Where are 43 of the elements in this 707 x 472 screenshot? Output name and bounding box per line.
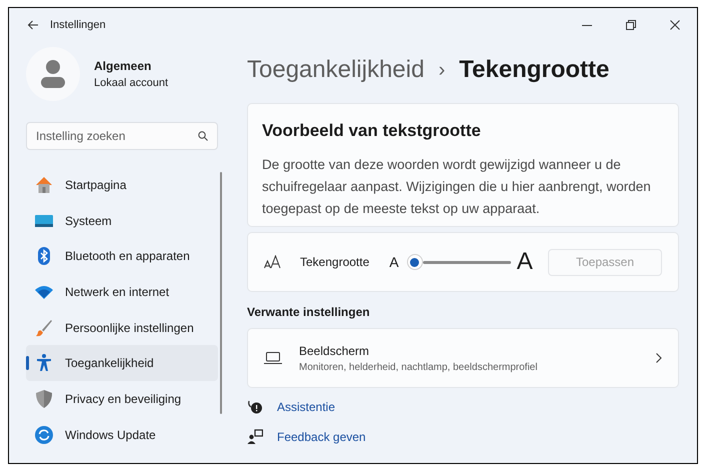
person-icon — [40, 59, 66, 89]
account-type: Lokaal account — [94, 76, 168, 91]
house-icon — [34, 174, 54, 195]
sidebar-item[interactable]: Bluetooth en apparaten — [26, 238, 218, 274]
search-icon — [198, 131, 208, 141]
help-link[interactable]: Feedback geven — [277, 428, 366, 446]
row-title: Beeldscherm — [299, 342, 370, 360]
row-description: Monitoren, helderheid, nachtlamp, beeldschermprofiel — [299, 360, 538, 374]
settings-row[interactable]: Beeldscherm Monitoren, helderheid, nachtlamp, beeldschermprofiel — [247, 328, 679, 388]
sidebar-item[interactable]: Systeem — [26, 202, 218, 238]
sidebar-item[interactable]: Persoonlijke instellingen — [26, 310, 218, 346]
scrollbar[interactable] — [220, 172, 222, 414]
section-heading: Verwante instellingen — [247, 304, 371, 321]
large-a-label: A — [516, 247, 533, 277]
sidebar-item[interactable]: Netwerk en internet — [26, 274, 218, 310]
accessibility-icon — [34, 353, 54, 374]
update-icon — [34, 424, 54, 445]
breadcrumb-parent[interactable]: Toegankelijkheid — [247, 52, 424, 88]
text-size-label: Tekengrootte — [300, 254, 370, 271]
help-link[interactable]: Assistentie — [277, 398, 336, 416]
sidebar-item[interactable]: Privacy en beveiliging — [26, 381, 218, 417]
preview-title: Voorbeeld van tekstgrootte — [262, 120, 482, 142]
sidebar-item[interactable]: Startpagina — [26, 167, 218, 203]
account-name: Algemeen — [94, 58, 152, 75]
feedback-icon — [247, 429, 263, 445]
breadcrumb-separator: › — [438, 58, 446, 83]
sidebar-item[interactable]: Windows Update — [26, 416, 218, 452]
search-field[interactable]: Instelling zoeken — [26, 122, 218, 150]
back-arrow-icon[interactable] — [27, 19, 39, 31]
shield-icon — [34, 388, 54, 409]
chevron-right-icon — [656, 353, 662, 363]
sidebar-item[interactable]: Toegankelijkheid — [26, 345, 218, 382]
page-title: Tekengrootte — [459, 55, 610, 85]
close-icon — [670, 20, 680, 30]
window-title: Instellingen — [50, 18, 106, 33]
help-icon — [247, 399, 263, 415]
brush-icon — [34, 318, 54, 338]
selection-indicator — [26, 356, 29, 370]
restore-icon — [626, 20, 636, 30]
laptop-icon — [264, 352, 282, 364]
minimize-icon — [582, 24, 592, 26]
preview-text: De grootte van deze woorden wordt gewijzigd wanneer u de schuifregelaar aanpast. Wijzigingen die u hier aanbrengt, worden toegepast op de meeste tekst op uw apparaat. — [262, 156, 652, 218]
small-a-label: A — [389, 252, 399, 272]
